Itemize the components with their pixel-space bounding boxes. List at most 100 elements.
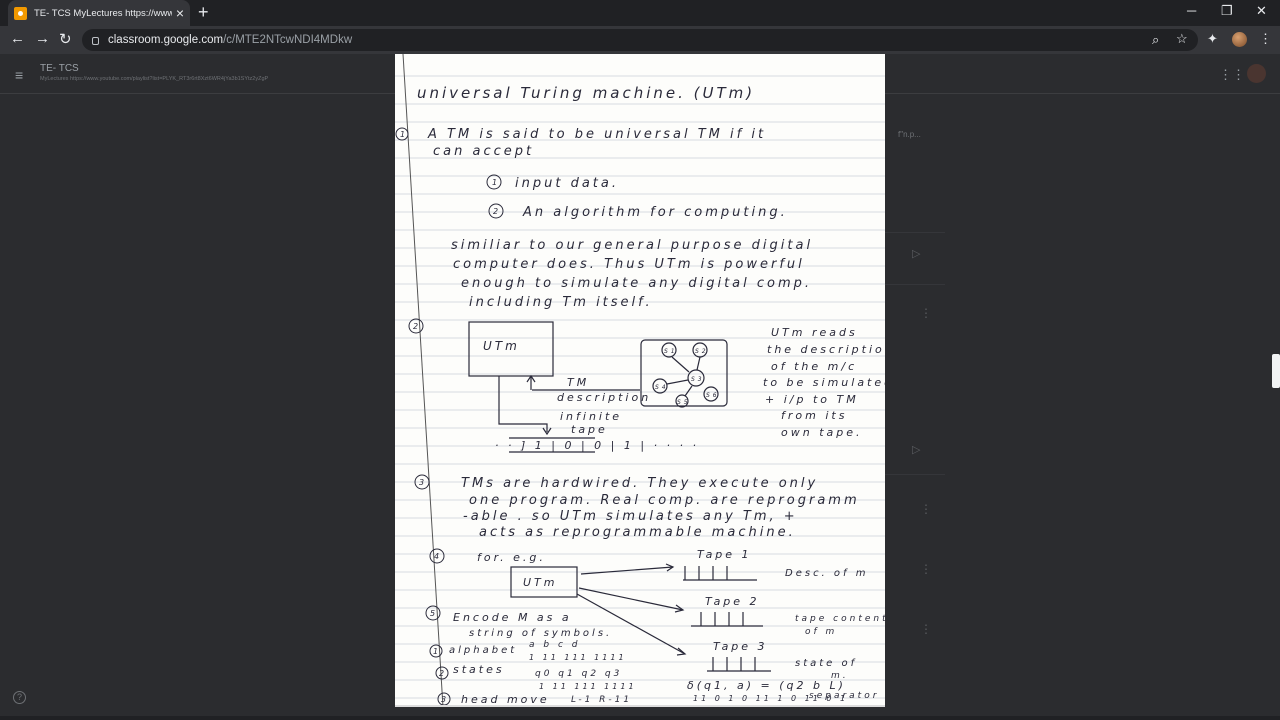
encoding-alphabet-symbols: a b c d [529, 640, 580, 650]
state-s3: S3 [691, 376, 705, 383]
note-p3-line2: one program. Real comp. are reprogramm [469, 493, 860, 508]
svg-text:1: 1 [492, 178, 500, 187]
side-note-line1: UTm reads [771, 326, 858, 339]
handwritten-note-image: 1 1 2 2 3 4 5 1 2 3 universal Turing machine. (U… [395, 54, 885, 707]
svg-text:3: 3 [441, 695, 449, 704]
tape3-desc-line1: state of [795, 658, 857, 669]
account-avatar[interactable] [1247, 64, 1266, 83]
diagram-utm-box-label: UTm [483, 339, 520, 353]
note-p1b-line2: computer does. Thus UTm is powerful [453, 257, 805, 272]
tape3-label: Tape 3 [713, 640, 768, 653]
lock-icon [92, 37, 99, 45]
reload-icon[interactable]: ↻ [59, 30, 72, 48]
background-divider [885, 232, 945, 233]
encoding-alphabet-codes: 1 11 111 1111 [529, 653, 627, 662]
encoding-alphabet-label: alphabet [449, 645, 517, 656]
address-bar[interactable]: classroom.google.com/c/MTE2NTcwNDI4MDkw [82, 29, 1198, 51]
note-p3-line3: -able . so UTm simulates any Tm, + [463, 509, 798, 524]
note-p1b-line3: enough to simulate any digital comp. [461, 276, 812, 291]
side-note-line3: of the m/c [771, 360, 857, 373]
scrollbar-thumb[interactable] [1272, 354, 1280, 388]
note-sheet: 1 1 2 2 3 4 5 1 2 3 universal Turing machine. (U… [395, 54, 885, 706]
note-p5-line1: Encode M as a [453, 611, 572, 624]
side-note-line6: from its [781, 409, 847, 422]
close-tab-icon[interactable]: × [176, 6, 184, 20]
send-icon[interactable]: ▷ [912, 247, 920, 260]
background-divider [885, 474, 945, 475]
encoding-head-codes: L-1 R-11 [571, 695, 632, 705]
encoding-states-codes: 1 11 111 1111 [539, 682, 637, 691]
back-arrow-icon[interactable]: ← [10, 30, 25, 47]
tape1-desc: Desc. of m [785, 568, 868, 579]
more-options-icon[interactable]: ⋮ [920, 306, 932, 320]
minimize-icon[interactable]: ─ [1187, 3, 1196, 18]
diagram-infinite-label: infinite [560, 410, 622, 423]
new-tab-plus-icon[interactable]: + [198, 2, 209, 23]
note-title: universal Turing machine. (UTm) [417, 84, 755, 102]
class-subtitle: MyLectures https://www.youtube.com/playl… [40, 76, 269, 82]
forward-arrow-icon[interactable]: → [35, 30, 50, 47]
extensions-puzzle-icon[interactable]: ✦ [1207, 31, 1218, 47]
more-options-icon[interactable]: ⋮ [920, 502, 932, 516]
svg-text:2: 2 [439, 669, 447, 678]
side-note-line5: + i/p to TM [765, 393, 859, 406]
side-note-line4: to be simulated [763, 376, 885, 389]
diagram-description-label: description [557, 391, 651, 404]
classroom-page: ≡ TE- TCS MyLectures https://www.youtube… [0, 54, 1280, 720]
encoding-head-label: head move [461, 693, 550, 706]
active-tab[interactable]: TE- TCS MyLectures https://www.yo × [8, 0, 190, 26]
background-divider [885, 284, 945, 285]
svg-text:5: 5 [430, 609, 438, 618]
svg-text:1: 1 [400, 130, 408, 139]
tape2-desc-line2: of m [805, 627, 837, 637]
note-p1b-line1: similiar to our general purpose digital [451, 238, 813, 253]
tab-strip: TE- TCS MyLectures https://www.yo × + ─ … [0, 0, 1280, 26]
state-s4: S4 [655, 384, 669, 391]
classroom-favicon-icon [14, 6, 27, 20]
hamburger-menu-icon[interactable]: ≡ [15, 67, 23, 83]
note-p1-line2: can accept [433, 144, 534, 159]
note-p4-lead: for. e.g. [477, 551, 546, 564]
note-item-1: input data. [515, 176, 619, 191]
tab-title: TE- TCS MyLectures https://www.yo [34, 7, 172, 19]
svg-text:1: 1 [433, 647, 441, 656]
url-host: classroom.google.com [108, 34, 224, 46]
state-s6: S6 [706, 392, 720, 399]
state-s2: S2 [695, 348, 709, 355]
close-window-icon[interactable]: ✕ [1256, 3, 1267, 19]
search-icon[interactable]: ⌕ [1152, 32, 1159, 48]
encoding-states-label: states [453, 663, 505, 676]
profile-avatar[interactable] [1232, 32, 1247, 47]
encoding-states-symbols: q0 q1 q2 q3 [535, 669, 622, 679]
note-p5-line2: string of symbols. [469, 628, 612, 639]
svg-text:2: 2 [493, 207, 501, 216]
note-p1b-line4: including Tm itself. [469, 295, 653, 310]
tape2-label: Tape 2 [705, 595, 760, 608]
state-s1: S1 [664, 348, 678, 355]
class-title[interactable]: TE- TCS [40, 63, 79, 74]
background-post-text: f"n.p... [898, 130, 921, 139]
restore-icon[interactable]: ❐ [1221, 3, 1233, 19]
browser-menu-icon[interactable]: ⋮ [1259, 31, 1272, 47]
bookmark-star-icon[interactable]: ☆ [1176, 31, 1188, 47]
url-path: /c/MTE2NTcwNDI4MDkw [223, 34, 353, 46]
multitape-utm-box-label: UTm [523, 576, 558, 589]
tape1-label: Tape 1 [697, 548, 752, 561]
note-p3-line1: TMs are hardwired. They execute only [461, 476, 818, 491]
more-options-icon[interactable]: ⋮ [920, 622, 932, 636]
svg-text:4: 4 [434, 552, 442, 561]
help-icon[interactable]: ? [13, 691, 26, 704]
diagram-tape-cells: · · ] 1 | 0 | 0 | 1 | · · · · [495, 439, 699, 452]
separator-note: separator [809, 691, 879, 701]
svg-text:3: 3 [419, 478, 427, 487]
more-options-icon[interactable]: ⋮ [920, 562, 932, 576]
diagram-tape-label: tape [571, 423, 608, 436]
note-p3-line4: acts as reprogrammable machine. [479, 525, 796, 540]
side-note-line7: own tape. [781, 426, 863, 439]
send-icon[interactable]: ▷ [912, 443, 920, 456]
bottom-edge [0, 716, 1280, 720]
svg-text:2: 2 [413, 322, 421, 331]
diagram-tm-label: TM [567, 376, 589, 389]
google-apps-icon[interactable]: ⋮⋮ [1219, 67, 1245, 83]
browser-toolbar: ← → ↻ classroom.google.com/c/MTE2NTcwNDI… [0, 26, 1280, 54]
